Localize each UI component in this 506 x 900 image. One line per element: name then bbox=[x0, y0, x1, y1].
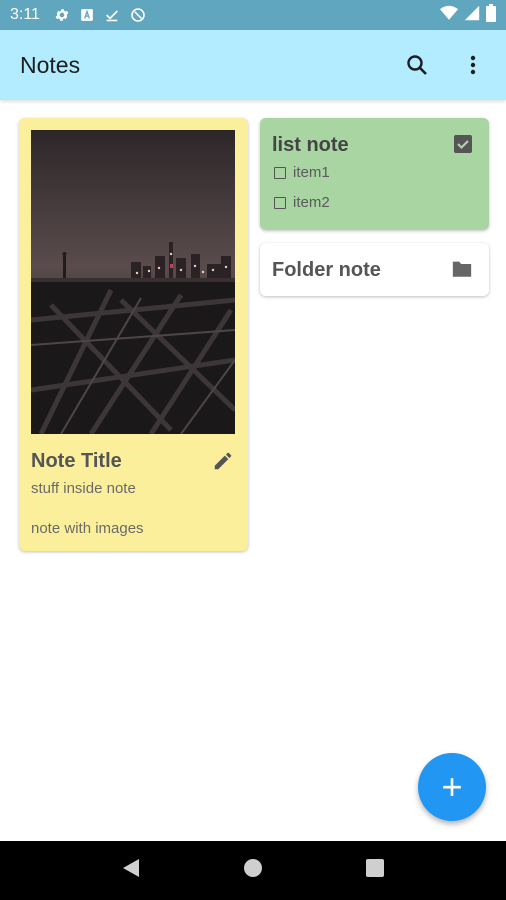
note-photo bbox=[31, 130, 235, 434]
more-vert-icon[interactable] bbox=[460, 52, 486, 78]
recents-icon[interactable] bbox=[365, 858, 385, 883]
download-done-icon bbox=[104, 7, 120, 23]
checkbox-icon[interactable] bbox=[274, 166, 286, 179]
app-title: Notes bbox=[20, 51, 81, 78]
note-card-folder[interactable]: Folder note bbox=[260, 243, 489, 296]
signal-icon bbox=[464, 5, 480, 26]
folder-icon bbox=[451, 259, 473, 284]
checkbox-icon[interactable] bbox=[274, 196, 286, 209]
status-bar: 3:11 bbox=[0, 0, 506, 30]
checkbox-checked-icon[interactable] bbox=[453, 134, 473, 159]
list-item[interactable]: item1 bbox=[274, 164, 330, 181]
back-icon[interactable] bbox=[121, 857, 141, 884]
app-bar-actions bbox=[404, 52, 486, 78]
note-card-image[interactable]: Note Title stuff inside note note with i… bbox=[19, 118, 248, 551]
status-time: 3:11 bbox=[10, 6, 40, 23]
add-icon: + bbox=[441, 766, 463, 807]
list-item[interactable]: item2 bbox=[274, 194, 330, 211]
font-icon bbox=[80, 8, 94, 22]
home-icon[interactable] bbox=[243, 858, 263, 883]
settings-icon bbox=[54, 7, 70, 23]
add-note-button[interactable]: + bbox=[418, 753, 486, 821]
list-item-label: item2 bbox=[293, 194, 330, 211]
list-note-title: list note bbox=[272, 134, 349, 156]
battery-icon bbox=[486, 3, 496, 27]
note-title: Note Title bbox=[31, 450, 122, 472]
note-card-list[interactable]: list note item1 item2 bbox=[260, 118, 489, 230]
navigation-bar bbox=[0, 841, 506, 900]
note-footer: note with images bbox=[31, 520, 144, 537]
edit-icon[interactable] bbox=[212, 450, 234, 477]
search-icon[interactable] bbox=[404, 52, 430, 78]
folder-note-title: Folder note bbox=[272, 259, 381, 281]
note-body: stuff inside note bbox=[31, 480, 136, 497]
app-bar: Notes bbox=[0, 30, 506, 100]
list-item-label: item1 bbox=[293, 164, 330, 181]
do-not-disturb-icon bbox=[130, 7, 146, 23]
wifi-icon bbox=[440, 5, 458, 26]
